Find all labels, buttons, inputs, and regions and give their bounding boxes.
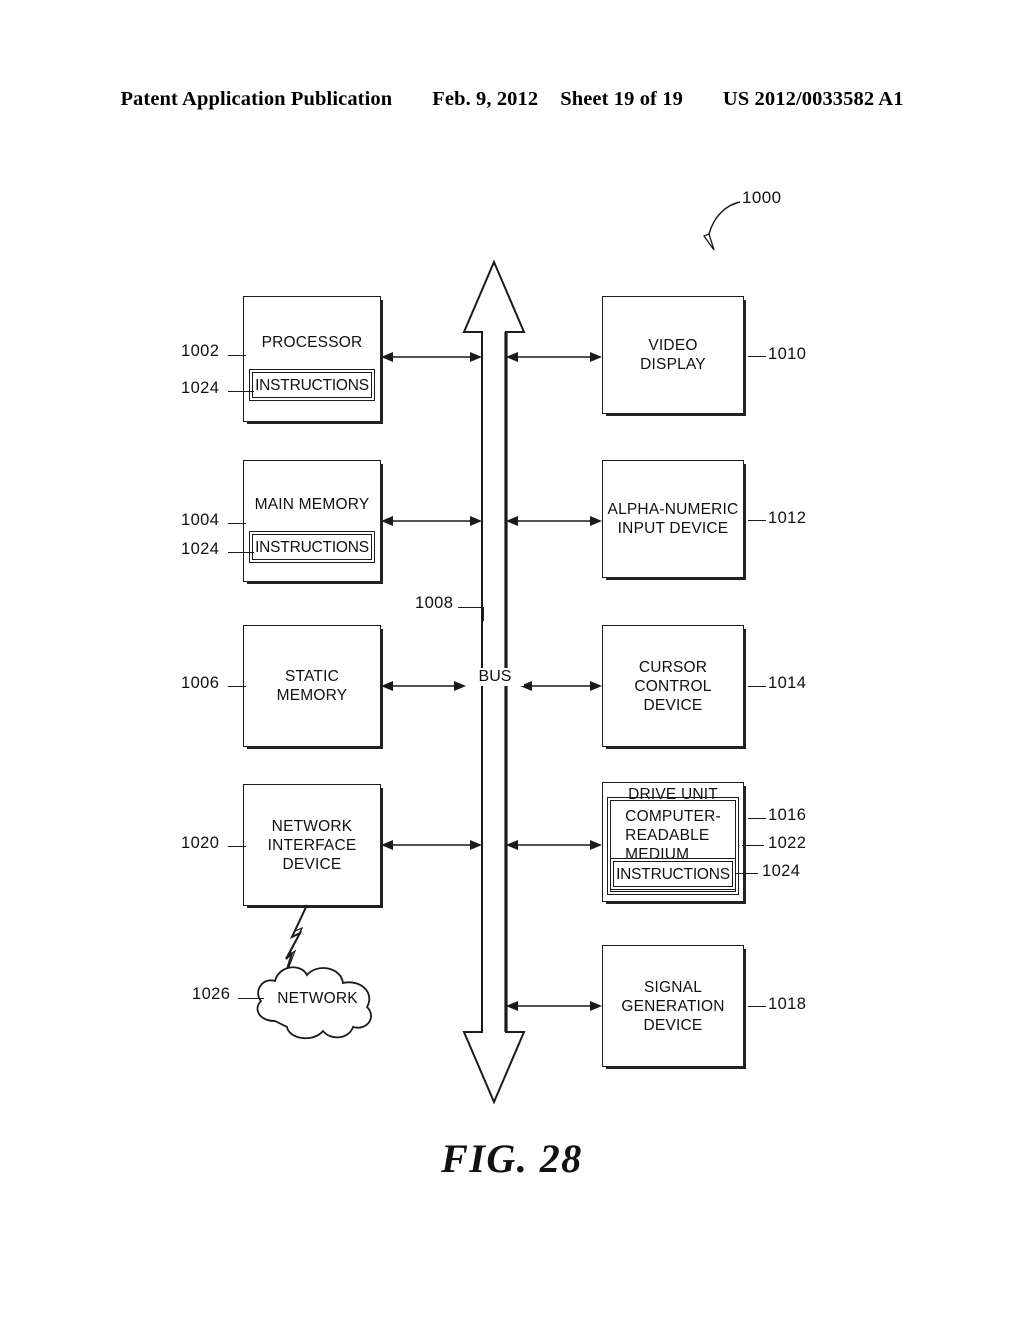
connector-bus-drive-unit [506, 840, 602, 850]
block-video-display: VIDEO DISPLAY [602, 296, 746, 416]
ref-1006: 1006 [181, 674, 220, 692]
ref-1004-leader [228, 523, 246, 525]
connector-bus-signal-generation [506, 1001, 602, 1011]
ref-1012: 1012 [768, 509, 807, 527]
network-cloud-label: NETWORK [277, 990, 358, 1007]
ref-1024-processor: 1024 [181, 379, 220, 397]
ref-1006-leader [228, 686, 246, 688]
block-signal-generation-device-label: SIGNAL GENERATION DEVICE [621, 978, 725, 1034]
page-header: Patent Application Publication Feb. 9, 2… [0, 82, 1024, 116]
ref-1020-leader [228, 846, 246, 848]
block-computer-readable-medium-label: COMPUTER- READABLE MEDIUM [625, 807, 721, 863]
block-drive-unit-instructions: INSTRUCTIONS [609, 857, 737, 891]
figure-caption: FIG. 28 [441, 1136, 583, 1181]
block-static-memory: STATIC MEMORY [243, 625, 383, 749]
block-drive-unit-instructions-label: INSTRUCTIONS [616, 865, 730, 883]
block-signal-generation-device: SIGNAL GENERATION DEVICE [602, 945, 746, 1069]
ref-1024-drive-unit: 1024 [762, 862, 801, 880]
ref-1016: 1016 [768, 806, 807, 824]
header-sheet: Sheet 19 of 19 [560, 87, 683, 110]
block-processor: PROCESSOR [243, 296, 383, 424]
ref-1010: 1010 [768, 345, 807, 363]
bus-ref-leader-tick [483, 607, 485, 621]
connector-main-memory-bus [381, 516, 482, 526]
ref-1016-leader [748, 818, 766, 820]
bus-label: BUS [466, 668, 524, 686]
bus-ref-leader [458, 607, 484, 609]
connector-processor-bus [381, 352, 482, 362]
header-publication: Patent Application Publication [120, 87, 393, 110]
block-main-memory: MAIN MEMORY [243, 460, 383, 584]
ref-1024-main-memory: 1024 [181, 540, 220, 558]
block-video-display-label: VIDEO DISPLAY [640, 337, 706, 373]
ref-1014-leader [748, 686, 766, 688]
ref-1026-leader [238, 998, 264, 1000]
block-static-memory-label: STATIC MEMORY [276, 668, 348, 704]
ref-1024-drive-leader [736, 873, 758, 875]
ref-1014: 1014 [768, 674, 807, 692]
ref-1002-leader [228, 355, 246, 357]
header-date: Feb. 9, 2012 [432, 87, 539, 110]
block-cursor-control-device-label: CURSOR CONTROL DEVICE [634, 658, 712, 714]
block-alphanumeric-input-device-label: ALPHA-NUMERIC INPUT DEVICE [607, 501, 739, 537]
ref-1004: 1004 [181, 511, 220, 529]
ref-1024-processor-leader [228, 391, 254, 393]
block-processor-instructions: INSTRUCTIONS [248, 368, 376, 402]
connector-bus-alphanumeric-input [506, 516, 602, 526]
ref-1026: 1026 [192, 985, 231, 1003]
block-processor-instructions-label: INSTRUCTIONS [255, 376, 369, 394]
block-network-interface-device: NETWORK INTERFACE DEVICE [243, 784, 383, 908]
bus-ref-label: 1008 [415, 594, 454, 612]
connector-bus-video-display [506, 352, 602, 362]
block-main-memory-label: MAIN MEMORY [254, 495, 370, 513]
ref-1012-leader [748, 520, 766, 522]
header-patent-number: US 2012/0033582 A1 [722, 87, 904, 110]
ref-1010-leader [748, 356, 766, 358]
patent-figure-page: Patent Application Publication Feb. 9, 2… [0, 0, 1024, 1320]
ref-1024-main-memory-leader [228, 552, 254, 554]
ref-1002: 1002 [181, 342, 220, 360]
block-cursor-control-device: CURSOR CONTROL DEVICE [602, 625, 746, 749]
ref-1022-leader [742, 845, 764, 847]
ref-1018-leader [748, 1006, 766, 1008]
connector-static-memory-bus [381, 681, 466, 691]
block-network-interface-device-label: NETWORK INTERFACE DEVICE [267, 817, 357, 873]
connector-network-interface-bus [381, 840, 482, 850]
block-main-memory-instructions-label: INSTRUCTIONS [255, 538, 369, 556]
ref-1022: 1022 [768, 834, 807, 852]
block-alphanumeric-input-device: ALPHA-NUMERIC INPUT DEVICE [602, 460, 746, 580]
connector-bus-cursor-control [520, 681, 602, 691]
ref-1020: 1020 [181, 834, 220, 852]
ref-1018: 1018 [768, 995, 807, 1013]
system-ref-leader-icon [702, 201, 741, 251]
block-main-memory-instructions: INSTRUCTIONS [248, 530, 376, 564]
block-processor-label: PROCESSOR [261, 333, 363, 351]
